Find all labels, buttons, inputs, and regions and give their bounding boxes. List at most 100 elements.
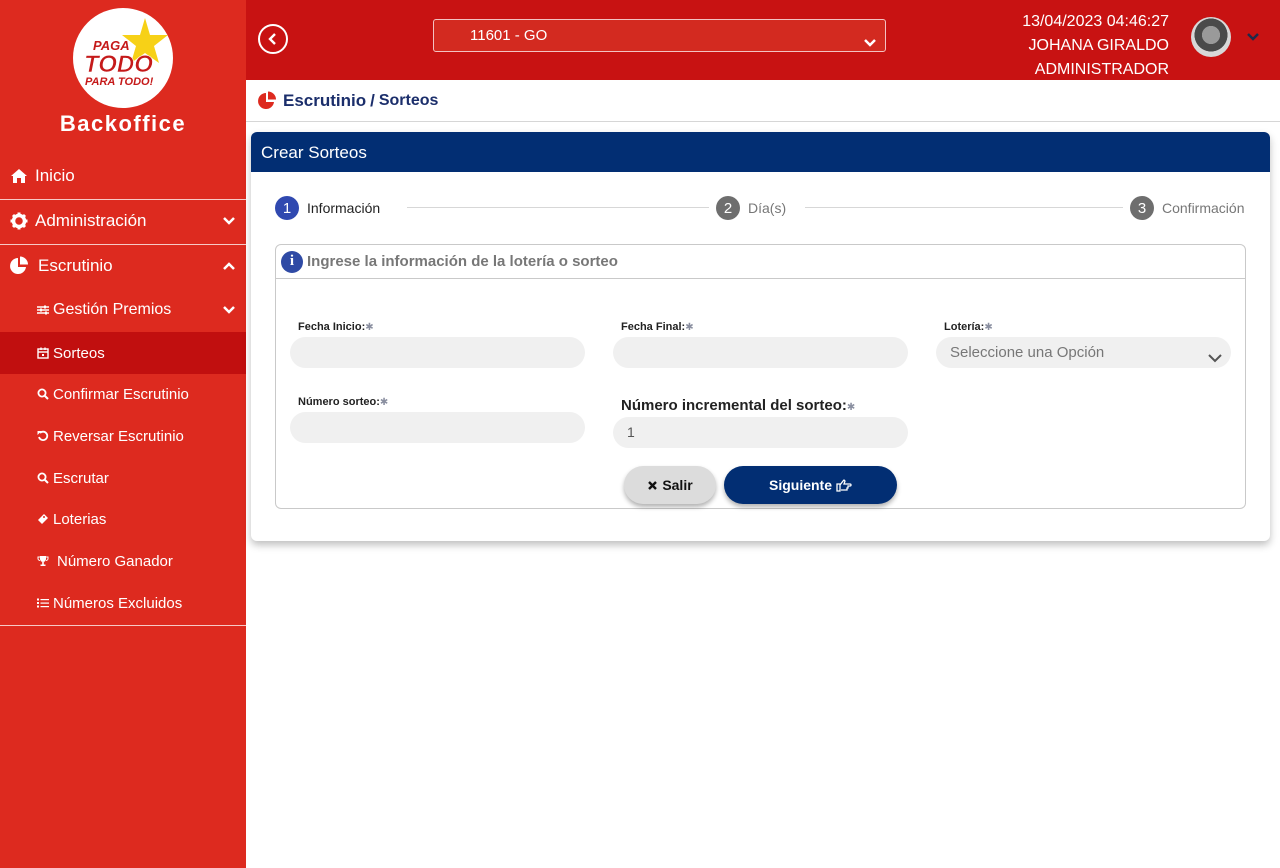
step-1-number[interactable]: 1 xyxy=(275,196,299,220)
search-check-icon xyxy=(37,388,49,400)
user-info: 13/04/2023 04:46:27 JOHANA GIRALDO ADMIN… xyxy=(1022,10,1169,82)
sidebar-item-administracion[interactable]: Administración xyxy=(0,199,246,243)
sidebar-subitem-label: Número Ganador xyxy=(57,552,173,570)
paga-todo-logo[interactable]: PAGA TODO PARA TODO! xyxy=(73,8,173,108)
sidebar-item-label: Administración xyxy=(35,211,147,230)
loteria-select-value: Seleccione una Opción xyxy=(950,344,1105,361)
home-icon xyxy=(9,166,29,186)
fecha-inicio-label: Fecha Inicio:✱ xyxy=(298,321,374,333)
breadcrumb-page: Sorteos xyxy=(378,91,439,109)
salir-button[interactable]: Salir xyxy=(624,466,716,504)
step-3-label[interactable]: Confirmación xyxy=(1162,200,1244,216)
logo-text-todo: TODO xyxy=(84,51,153,78)
sidebar-subitem-label: Confirmar Escrutinio xyxy=(53,385,189,403)
sidebar-subitem-escrutar[interactable]: Escrutar xyxy=(0,457,246,499)
sidebar-subitem-reversar-escrutinio[interactable]: Reversar Escrutinio xyxy=(0,415,246,457)
hand-point-right-icon xyxy=(836,478,852,492)
sidebar-subitem-label: Reversar Escrutinio xyxy=(53,427,184,445)
sidebar-subitem-numeros-excluidos[interactable]: Números Excluidos xyxy=(0,582,246,624)
required-mark: ✱ xyxy=(846,402,856,413)
required-mark: ✱ xyxy=(365,322,374,333)
user-name: JOHANA GIRALDO xyxy=(1028,37,1169,54)
chevron-down-icon xyxy=(222,213,236,233)
breadcrumb-section[interactable]: Escrutinio xyxy=(283,91,366,111)
chevron-left-icon xyxy=(268,33,276,45)
top-bar: 11601 - GO 13/04/2023 04:46:27 JOHANA GI… xyxy=(246,0,1280,80)
required-mark: ✱ xyxy=(984,322,993,333)
sidebar-item-label: Escrutinio xyxy=(38,256,113,275)
step-3-number[interactable]: 3 xyxy=(1130,196,1154,220)
panel-header: i Ingrese la información de la lotería o… xyxy=(276,245,1245,279)
numero-incremental-label: Número incremental del sorteo:✱ xyxy=(621,397,855,414)
fecha-final-label: Fecha Final:✱ xyxy=(621,321,694,333)
sidebar-item-inicio[interactable]: Inicio xyxy=(0,154,246,198)
chevron-down-icon xyxy=(1207,345,1223,376)
sidebar-subitem-label: Escrutar xyxy=(53,469,109,487)
back-button[interactable] xyxy=(258,24,288,54)
gear-icon xyxy=(9,211,29,231)
required-mark: ✱ xyxy=(379,397,389,408)
search-icon xyxy=(37,472,49,484)
breadcrumb: Escrutinio / Sorteos xyxy=(246,80,1280,122)
sidebar-subitem-label: Sorteos xyxy=(53,344,105,362)
step-connector xyxy=(805,207,1123,208)
close-icon xyxy=(648,480,658,490)
step-1-label[interactable]: Información xyxy=(307,200,380,216)
panel-title: Ingrese la información de la lotería o s… xyxy=(307,253,618,270)
step-2-label[interactable]: Día(s) xyxy=(748,200,786,216)
sidebar-subitem-loterias[interactable]: Loterias xyxy=(0,498,246,540)
avatar[interactable] xyxy=(1191,17,1231,57)
list-icon xyxy=(37,597,49,609)
numero-incremental-label-text: Número incremental del sorteo: xyxy=(621,397,847,414)
user-role: ADMINISTRADOR xyxy=(1034,61,1169,78)
sidebar-subitem-sorteos[interactable]: Sorteos xyxy=(0,332,246,374)
ticket-icon xyxy=(37,513,49,525)
logo-graphic: PAGA TODO PARA TODO! xyxy=(84,18,168,88)
card-title: Crear Sorteos xyxy=(251,132,1270,172)
sidebar-item-label: Inicio xyxy=(35,166,75,185)
sliders-icon xyxy=(37,304,49,316)
numero-sorteo-label: Número sorteo:✱ xyxy=(298,396,388,408)
logo-text-paratodo: PARA TODO! xyxy=(85,76,154,88)
office-select-value: 11601 - GO xyxy=(470,27,548,44)
undo-icon xyxy=(37,430,49,442)
pie-chart-icon xyxy=(257,91,277,111)
step-2-number[interactable]: 2 xyxy=(716,196,740,220)
office-select[interactable]: 11601 - GO xyxy=(433,19,886,52)
info-icon: i xyxy=(281,250,303,273)
sidebar-subitem-gestion-premios[interactable]: Gestión Premios xyxy=(0,289,246,331)
numero-incremental-field[interactable]: 1 xyxy=(613,417,908,448)
sidebar-subitem-confirmar-escrutinio[interactable]: Confirmar Escrutinio xyxy=(0,373,246,415)
chevron-down-icon[interactable] xyxy=(1246,30,1260,48)
chevron-down-icon xyxy=(863,29,877,60)
sidebar-divider xyxy=(0,625,246,626)
datetime: 13/04/2023 04:46:27 xyxy=(1022,13,1169,30)
fecha-final-label-text: Fecha Final: xyxy=(621,321,686,333)
numero-sorteo-label-text: Número sorteo: xyxy=(298,396,380,408)
siguiente-button[interactable]: Siguiente xyxy=(724,466,897,504)
step-connector xyxy=(407,207,709,208)
loteria-select[interactable]: Seleccione una Opción xyxy=(936,337,1231,368)
siguiente-button-label: Siguiente xyxy=(768,477,832,493)
sidebar-subitem-label: Números Excluidos xyxy=(53,594,183,612)
required-mark: ✱ xyxy=(685,322,694,333)
chevron-up-icon xyxy=(222,258,236,278)
pie-chart-icon xyxy=(9,256,29,276)
loteria-label-text: Lotería: xyxy=(944,321,985,333)
calendar-icon xyxy=(37,347,49,359)
sidebar-subitem-label: Gestión Premios xyxy=(53,301,172,318)
sidebar: PAGA TODO PARA TODO! Backoffice Inicio A… xyxy=(0,0,246,868)
sidebar-subitem-numero-ganador[interactable]: Número Ganador xyxy=(0,540,246,582)
numero-sorteo-field[interactable] xyxy=(290,412,585,443)
sidebar-item-escrutinio[interactable]: Escrutinio xyxy=(0,244,246,288)
fecha-inicio-field[interactable] xyxy=(290,337,585,368)
fecha-inicio-label-text: Fecha Inicio: xyxy=(298,321,366,333)
breadcrumb-separator: / xyxy=(370,90,375,110)
trophy-icon xyxy=(37,555,49,567)
chevron-down-icon xyxy=(222,303,236,321)
fecha-final-field[interactable] xyxy=(613,337,908,368)
salir-button-label: Salir xyxy=(662,477,693,493)
brand-title: Backoffice xyxy=(59,111,187,136)
sidebar-subitem-label: Loterias xyxy=(53,510,107,528)
loteria-label: Lotería:✱ xyxy=(944,321,993,333)
